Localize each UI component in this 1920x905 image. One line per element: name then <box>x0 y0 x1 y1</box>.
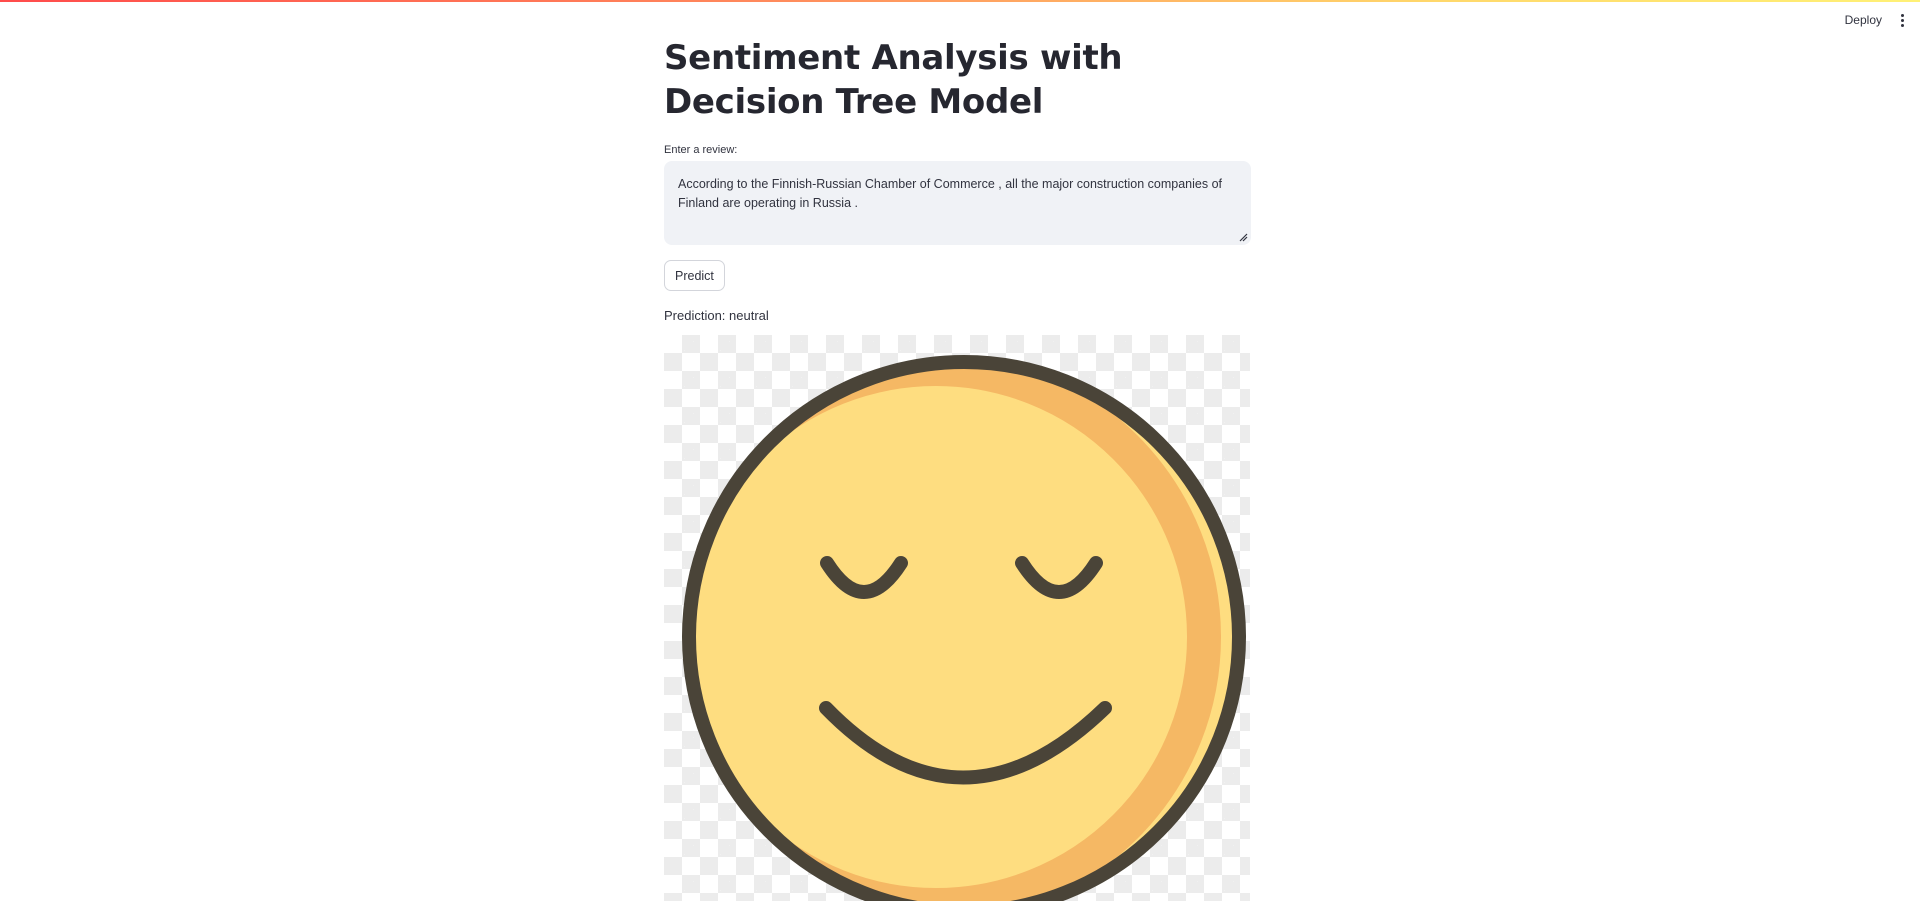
deploy-button[interactable]: Deploy <box>1845 11 1882 29</box>
page-title: Sentiment Analysis with Decision Tree Mo… <box>664 38 1123 122</box>
review-input-container: According to the Finnish-Russian Chamber… <box>664 161 1251 245</box>
main-content: Sentiment Analysis with Decision Tree Mo… <box>664 0 1251 901</box>
resize-handle-icon[interactable] <box>1238 232 1248 242</box>
review-input-label: Enter a review: <box>664 144 738 156</box>
prediction-result: Prediction: neutral <box>664 308 769 323</box>
face-base <box>682 355 1246 901</box>
app-toolbar: Deploy <box>1845 10 1908 30</box>
review-textarea[interactable]: According to the Finnish-Russian Chamber… <box>664 161 1251 245</box>
predict-button[interactable]: Predict <box>664 260 725 291</box>
kebab-menu-icon[interactable] <box>1896 10 1908 30</box>
result-image <box>664 335 1250 901</box>
neutral-smiley-face-icon <box>682 355 1246 901</box>
